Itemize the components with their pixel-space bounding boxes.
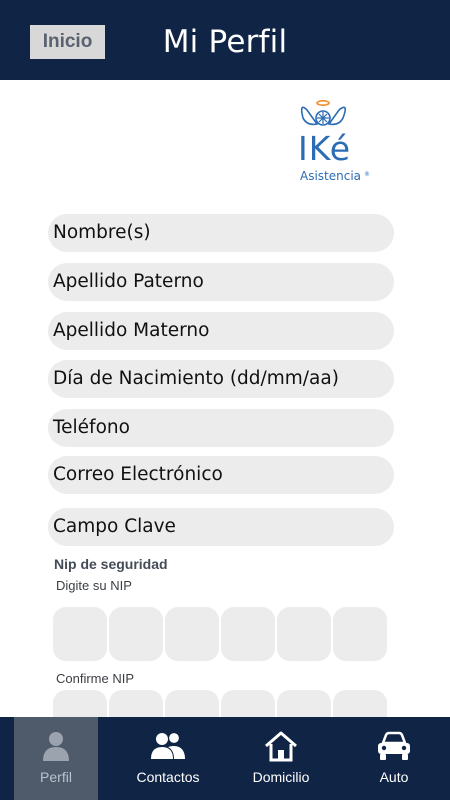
nav-contactos-label: Contactos	[136, 769, 200, 785]
nav-domicilio-label: Domicilio	[252, 769, 310, 785]
nav-auto[interactable]: Auto	[352, 717, 436, 800]
profile-screen: Inicio Mi Perfil IKé Asistencia ® Nombre…	[0, 0, 450, 800]
nip-confirm-label: Confirme NIP	[56, 671, 135, 686]
nip-section-title: Nip de seguridad	[54, 556, 168, 572]
apellido-paterno-field[interactable]: Apellido Paterno	[48, 263, 394, 301]
nip-enter-boxes	[53, 607, 387, 661]
nav-perfil-label: Perfil	[40, 769, 72, 785]
apellido-materno-field[interactable]: Apellido Materno	[48, 312, 394, 350]
telefono-field[interactable]: Teléfono	[48, 409, 394, 447]
car-icon	[378, 731, 410, 760]
ike-asistencia-logo: IKé Asistencia ®	[297, 98, 379, 188]
nip-digit-box[interactable]	[109, 607, 163, 661]
nip-digit-box[interactable]	[53, 607, 107, 661]
nip-digit-box[interactable]	[333, 607, 387, 661]
bottom-nav: Perfil Contactos Domicilio Auto	[0, 717, 450, 800]
nav-auto-label: Auto	[379, 769, 409, 785]
svg-text:Asistencia: Asistencia	[300, 169, 361, 183]
home-icon	[265, 731, 297, 762]
nombre-field[interactable]: Nombre(s)	[48, 214, 394, 252]
nav-domicilio[interactable]: Domicilio	[239, 717, 323, 800]
fecha-nacimiento-field[interactable]: Día de Nacimiento (dd/mm/aa)	[48, 360, 394, 398]
person-icon	[43, 732, 69, 761]
campo-clave-field[interactable]: Campo Clave	[48, 508, 394, 546]
nav-contactos[interactable]: Contactos	[126, 717, 210, 800]
svg-text:®: ®	[364, 171, 370, 178]
svg-text:IKé: IKé	[298, 129, 351, 168]
nip-digit-box[interactable]	[277, 607, 331, 661]
ike-logo-icon: IKé Asistencia ®	[298, 99, 370, 183]
page-title: Mi Perfil	[162, 24, 288, 60]
nip-enter-label: Digite su NIP	[56, 578, 132, 593]
nip-digit-box[interactable]	[165, 607, 219, 661]
nav-perfil[interactable]: Perfil	[14, 717, 98, 800]
correo-field[interactable]: Correo Electrónico	[48, 456, 394, 494]
top-bar: Inicio Mi Perfil	[0, 0, 450, 80]
nip-digit-box[interactable]	[221, 607, 275, 661]
contacts-icon	[151, 731, 185, 759]
